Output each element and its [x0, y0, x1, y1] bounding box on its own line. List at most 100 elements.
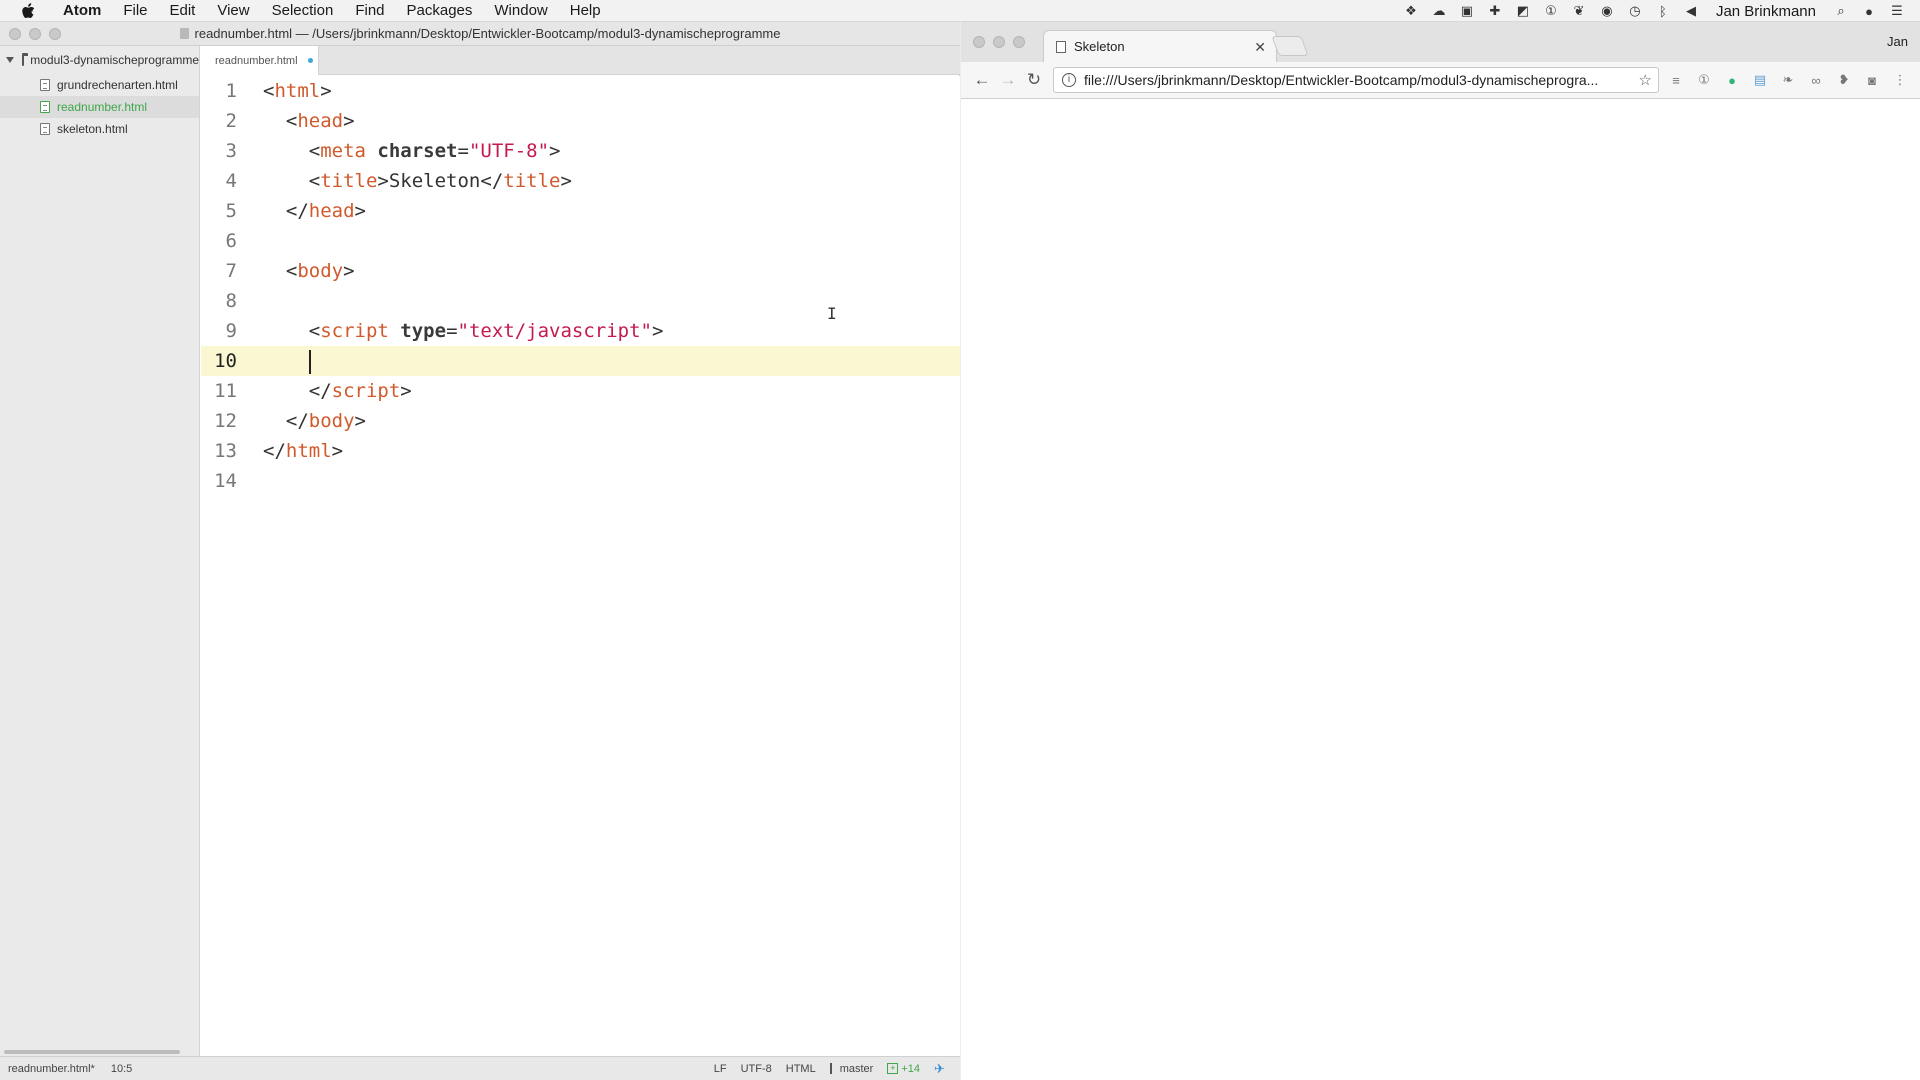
alfred-icon[interactable]: ◉	[1598, 2, 1616, 20]
volume-icon[interactable]: ◀	[1682, 2, 1700, 20]
tree-view-scrollbar[interactable]	[4, 1050, 180, 1054]
code-line[interactable]: 2 <head>	[201, 106, 960, 136]
cloud-icon[interactable]: ☁	[1430, 2, 1448, 20]
tag-name: head	[297, 110, 344, 132]
blue-extension-icon[interactable]: ▤	[1749, 69, 1771, 91]
back-arrow-icon[interactable]: ←	[969, 67, 995, 93]
browser-page-content	[961, 100, 1920, 1080]
reload-icon[interactable]: ↻	[1021, 67, 1047, 93]
close-window-button[interactable]	[9, 28, 21, 40]
close-icon[interactable]: ✕	[1254, 39, 1266, 56]
code-line[interactable]: 12 </body>	[201, 406, 960, 436]
bluetooth-icon[interactable]: ᛒ	[1654, 2, 1672, 20]
bookmark-star-icon[interactable]: ☆	[1639, 71, 1652, 89]
code-line[interactable]: 1 <html>	[201, 76, 960, 106]
crossed-camera-icon[interactable]: ◩	[1514, 2, 1532, 20]
status-grammar[interactable]: HTML	[786, 1063, 816, 1075]
screenshot-extension-icon[interactable]: ◙	[1861, 69, 1883, 91]
address-bar[interactable]: i file:///Users/jbrinkmann/Desktop/Entwi…	[1053, 67, 1659, 93]
chevron-down-icon	[6, 57, 14, 63]
plus-icon[interactable]: ✚	[1486, 2, 1504, 20]
window-title: readnumber.html — /Users/jbrinkmann/Desk…	[194, 26, 781, 41]
chrome-toolbar: ← → ↻ i file:///Users/jbrinkmann/Desktop…	[961, 62, 1920, 99]
code-line[interactable]: 9 <script type="text/javascript">	[201, 316, 960, 346]
buffer-extension-icon[interactable]: ≡	[1665, 69, 1687, 91]
line-number: 6	[225, 230, 237, 252]
menu-window[interactable]: Window	[483, 0, 558, 22]
menu-view[interactable]: View	[206, 0, 260, 22]
minimize-window-button[interactable]	[29, 28, 41, 40]
zoom-window-button[interactable]	[1013, 36, 1025, 48]
menu-edit[interactable]: Edit	[159, 0, 207, 22]
code-line[interactable]: 14	[201, 466, 960, 496]
attribute-name: type	[400, 320, 447, 342]
menu-bar: Atom File Edit View Selection Find Packa…	[0, 0, 1920, 22]
git-branch-label: master	[839, 1062, 874, 1075]
spotlight-icon[interactable]: ⌕	[1832, 2, 1850, 20]
menu-atom[interactable]: Atom	[52, 0, 112, 22]
tag-name: html	[274, 80, 321, 102]
attribute-value: "UTF-8"	[468, 140, 550, 162]
tag-name: title	[503, 170, 561, 192]
tab-readnumber[interactable]: readnumber.html	[201, 46, 319, 75]
link-extension-icon[interactable]: ∞	[1805, 69, 1827, 91]
new-tab-button[interactable]	[1271, 36, 1309, 56]
status-cursor-position[interactable]: 10:5	[111, 1063, 132, 1075]
info-icon[interactable]: i	[1062, 73, 1076, 87]
menu-file[interactable]: File	[112, 0, 158, 22]
git-diff[interactable]: + +14	[887, 1063, 920, 1075]
minimize-window-button[interactable]	[993, 36, 1005, 48]
tree-file-readnumber[interactable]: readnumber.html	[0, 96, 199, 118]
atom-window: readnumber.html — /Users/jbrinkmann/Desk…	[0, 22, 960, 1080]
green-extension-icon[interactable]: ●	[1721, 69, 1743, 91]
camera-icon[interactable]: ▣	[1458, 2, 1476, 20]
document-proxy-icon[interactable]	[179, 28, 189, 39]
browser-tab-skeleton[interactable]: Skeleton ✕	[1043, 30, 1277, 62]
password-extension-icon[interactable]: ①	[1693, 69, 1715, 91]
user-name[interactable]: Jan Brinkmann	[1716, 3, 1816, 20]
line-number: 3	[225, 140, 237, 162]
code-line[interactable]: 5 </head>	[201, 196, 960, 226]
apple-icon[interactable]	[18, 0, 38, 22]
code-line[interactable]: 6	[201, 226, 960, 256]
code-line[interactable]: 4 <title>Skeleton</title>	[201, 166, 960, 196]
browser-tab-title: Skeleton	[1074, 39, 1125, 54]
diff-added-icon: +	[887, 1063, 899, 1074]
modified-indicator-icon[interactable]	[307, 58, 313, 63]
status-file-path[interactable]: readnumber.html*	[8, 1063, 95, 1075]
chrome-tab-strip: Skeleton ✕ Jan	[961, 22, 1920, 62]
tree-file-skeleton[interactable]: skeleton.html	[0, 118, 199, 140]
profile-button[interactable]: Jan	[1887, 34, 1908, 49]
code-line[interactable]: 7 <body>	[201, 256, 960, 286]
menu-help[interactable]: Help	[559, 0, 612, 22]
time-machine-icon[interactable]: ◷	[1626, 2, 1644, 20]
password-icon[interactable]: ①	[1542, 2, 1560, 20]
status-line-ending[interactable]: LF	[714, 1063, 727, 1075]
bird-extension-icon[interactable]: ❥	[1833, 69, 1855, 91]
code-line-current[interactable]: 10	[201, 346, 960, 376]
siri-icon[interactable]: ●	[1860, 2, 1878, 20]
notification-center-icon[interactable]: ☰	[1888, 2, 1906, 20]
tree-root-folder[interactable]: modul3-dynamischeprogramme	[0, 46, 199, 74]
code-editor[interactable]: 1 <html> 2 <head> 3 <meta charset="UTF-8"…	[201, 76, 960, 1056]
more-menu-icon[interactable]: ⋮	[1889, 69, 1911, 91]
line-number: 9	[225, 320, 237, 342]
forward-arrow-icon[interactable]: →	[995, 67, 1021, 93]
status-encoding[interactable]: UTF-8	[741, 1063, 772, 1075]
code-line[interactable]: 11 </script>	[201, 376, 960, 406]
menu-packages[interactable]: Packages	[396, 0, 484, 22]
evernote-extension-icon[interactable]: ❧	[1777, 69, 1799, 91]
close-window-button[interactable]	[973, 36, 985, 48]
dropbox-icon[interactable]: ❖	[1402, 2, 1420, 20]
menu-find[interactable]: Find	[344, 0, 395, 22]
code-line[interactable]: 13 </html>	[201, 436, 960, 466]
zoom-window-button[interactable]	[49, 28, 61, 40]
teletype-icon[interactable]: ✈	[934, 1061, 950, 1076]
tree-file-grundrechenarten[interactable]: grundrechenarten.html	[0, 74, 199, 96]
code-line[interactable]: 3 <meta charset="UTF-8">	[201, 136, 960, 166]
line-number: 13	[214, 440, 237, 462]
code-line[interactable]: 8	[201, 286, 960, 316]
leaf-icon[interactable]: ❦	[1570, 2, 1588, 20]
git-branch[interactable]: master	[829, 1062, 874, 1075]
menu-selection[interactable]: Selection	[261, 0, 345, 22]
